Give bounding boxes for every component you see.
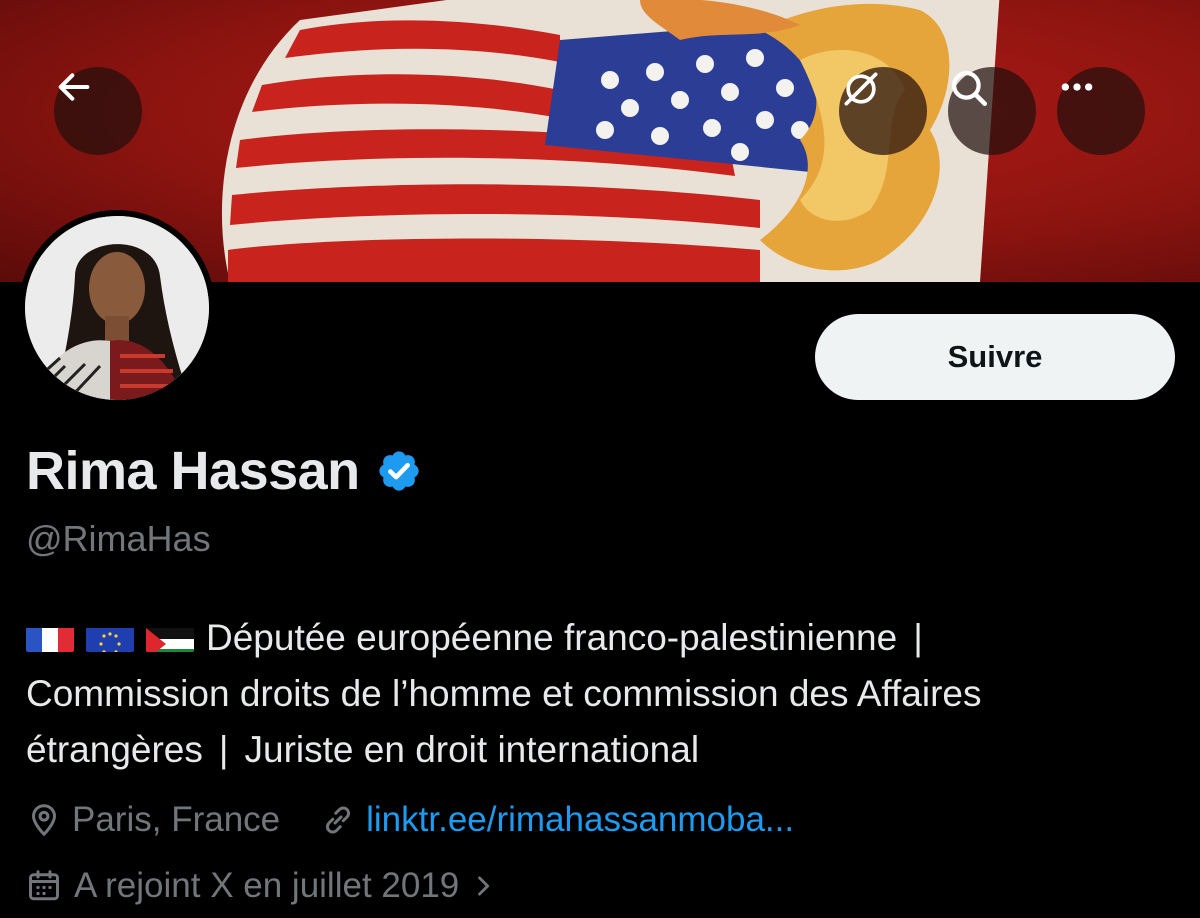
bio-line-1: Députée européenne franco-palestinienne | (26, 610, 1186, 666)
bio-text-line-2: Commission droits de l’homme et commissi… (26, 673, 982, 714)
bio-text-line-1: Députée européenne franco-palestinienne (206, 617, 898, 658)
website-link[interactable]: linktr.ee/rimahassanmoba... (366, 800, 794, 840)
follow-button[interactable]: Suivre (815, 314, 1175, 400)
profile-name-row: Rima Hassan (26, 440, 422, 502)
calendar-icon (29, 870, 59, 901)
profile-handle: @RimaHas (26, 518, 211, 559)
bio-line-3: étrangères | Juriste en droit internationa… (26, 722, 1186, 778)
bio-text-line-3a: étrangères (26, 729, 203, 770)
flag-france-icon (26, 620, 74, 652)
avatar-photo (25, 216, 209, 400)
bio-separator: | (913, 617, 923, 658)
search-icon (952, 71, 988, 107)
joined-text: A rejoint X en juillet 2019 (74, 866, 460, 905)
arrow-left-icon (58, 73, 90, 101)
flag-eu-icon (86, 620, 134, 652)
location-item: Paris, France (26, 800, 280, 840)
profile-avatar[interactable] (19, 210, 215, 406)
more-horizontal-icon (1061, 83, 1093, 91)
back-button[interactable] (54, 67, 142, 155)
grok-icon (844, 72, 878, 106)
profile-bio: Députée européenne franco-palestinienne |… (26, 610, 1186, 778)
flag-palestine-icon (146, 620, 194, 652)
grok-button[interactable] (839, 67, 927, 155)
bio-separator: | (218, 729, 229, 770)
more-button[interactable] (1057, 67, 1145, 155)
location-text: Paris, France (72, 800, 281, 839)
chevron-right-icon (478, 876, 490, 896)
website-item[interactable]: linktr.ee/rimahassanmoba... (320, 800, 794, 840)
verified-badge-icon[interactable] (376, 448, 422, 494)
search-button[interactable] (948, 67, 1036, 155)
bio-text-line-3b: Juriste en droit international (244, 729, 700, 770)
joined-date-row[interactable]: A rejoint X en juillet 2019 (26, 866, 509, 906)
profile-meta-row: Paris, France linktr.ee/rimahassanmoba..… (26, 800, 794, 840)
display-name: Rima Hassan (26, 441, 360, 501)
location-pin-icon (31, 804, 57, 837)
link-icon (326, 806, 351, 834)
